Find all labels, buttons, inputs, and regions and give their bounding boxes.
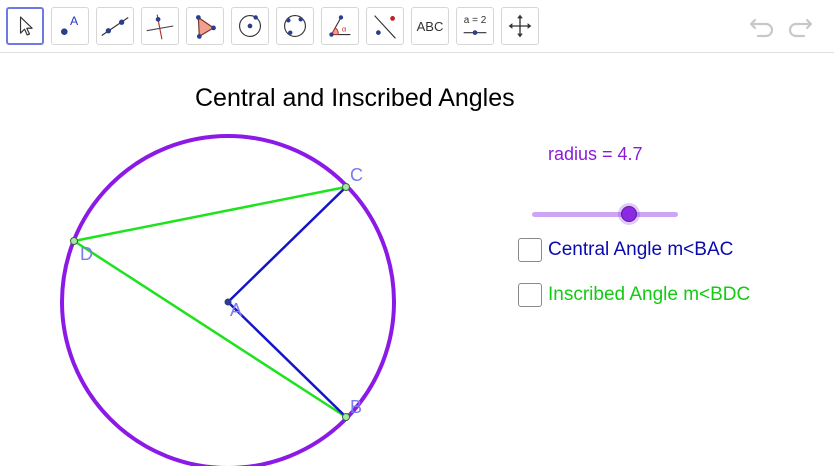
segment-db[interactable] (73, 239, 347, 419)
line-through-points-icon (101, 17, 129, 36)
segment-ab[interactable] (227, 301, 347, 418)
page-title: Central and Inscribed Angles (195, 84, 515, 112)
segment-dc[interactable] (73, 185, 347, 243)
text-tool-button[interactable]: ABC (411, 7, 449, 45)
reflect-tool-button[interactable] (366, 7, 404, 45)
redo-icon (788, 18, 813, 38)
svg-text:α: α (342, 25, 347, 34)
polygon-icon (196, 15, 216, 39)
circle-three-points-icon (284, 15, 306, 37)
radius-slider-thumb[interactable] (621, 206, 637, 222)
cursor-arrow-icon (19, 16, 33, 36)
circle-center-point-icon (239, 15, 261, 37)
radius-label: radius = 4.7 (548, 144, 643, 164)
move-tool-button[interactable] (6, 7, 44, 45)
point-d[interactable] (70, 237, 78, 245)
point-icon: A (61, 14, 79, 35)
circle-center-point-tool-button[interactable] (231, 7, 269, 45)
toolbar: A α ABC a = 2 (0, 0, 834, 53)
reflect-about-line-icon (374, 15, 396, 39)
point-a-label: A (230, 300, 242, 320)
inscribed-angle-checkbox-row[interactable]: Inscribed Angle m<BDC (518, 281, 750, 309)
text-tool-label: ABC (416, 18, 444, 34)
undo-icon (749, 18, 774, 38)
point-c[interactable] (342, 183, 350, 191)
perpendicular-line-icon (146, 14, 174, 40)
point-b-label: B (350, 397, 362, 417)
radius-slider-track[interactable] (532, 212, 678, 217)
inscribed-angle-checkbox[interactable] (518, 283, 542, 307)
point-c-label: C (350, 165, 363, 185)
central-angle-checkbox-row[interactable]: Central Angle m<BAC (518, 236, 733, 264)
angle-icon: α (329, 15, 351, 37)
redo-button[interactable] (784, 12, 814, 40)
move-arrows-icon (508, 14, 532, 38)
polygon-tool-button[interactable] (186, 7, 224, 45)
svg-text:A: A (70, 14, 79, 28)
angle-tool-button[interactable]: α (321, 7, 359, 45)
central-angle-label: Central Angle m<BAC (548, 239, 734, 260)
point-a[interactable] (224, 298, 232, 306)
geometry-canvas: A B C D (60, 134, 396, 466)
slider-icon (463, 30, 487, 35)
point-b[interactable] (342, 413, 350, 421)
central-angle-checkbox[interactable] (518, 238, 542, 262)
point-tool-button[interactable]: A (51, 7, 89, 45)
move-graphics-view-tool-button[interactable] (501, 7, 539, 45)
undo-button[interactable] (748, 12, 778, 40)
perpendicular-tool-button[interactable] (141, 7, 179, 45)
point-d-label: D (80, 244, 93, 264)
segment-ac[interactable] (227, 186, 347, 303)
slider-tool-button[interactable]: a = 2 (456, 7, 494, 45)
line-tool-button[interactable] (96, 7, 134, 45)
circle-three-points-tool-button[interactable] (276, 7, 314, 45)
inscribed-angle-label: Inscribed Angle m<BDC (548, 284, 751, 305)
